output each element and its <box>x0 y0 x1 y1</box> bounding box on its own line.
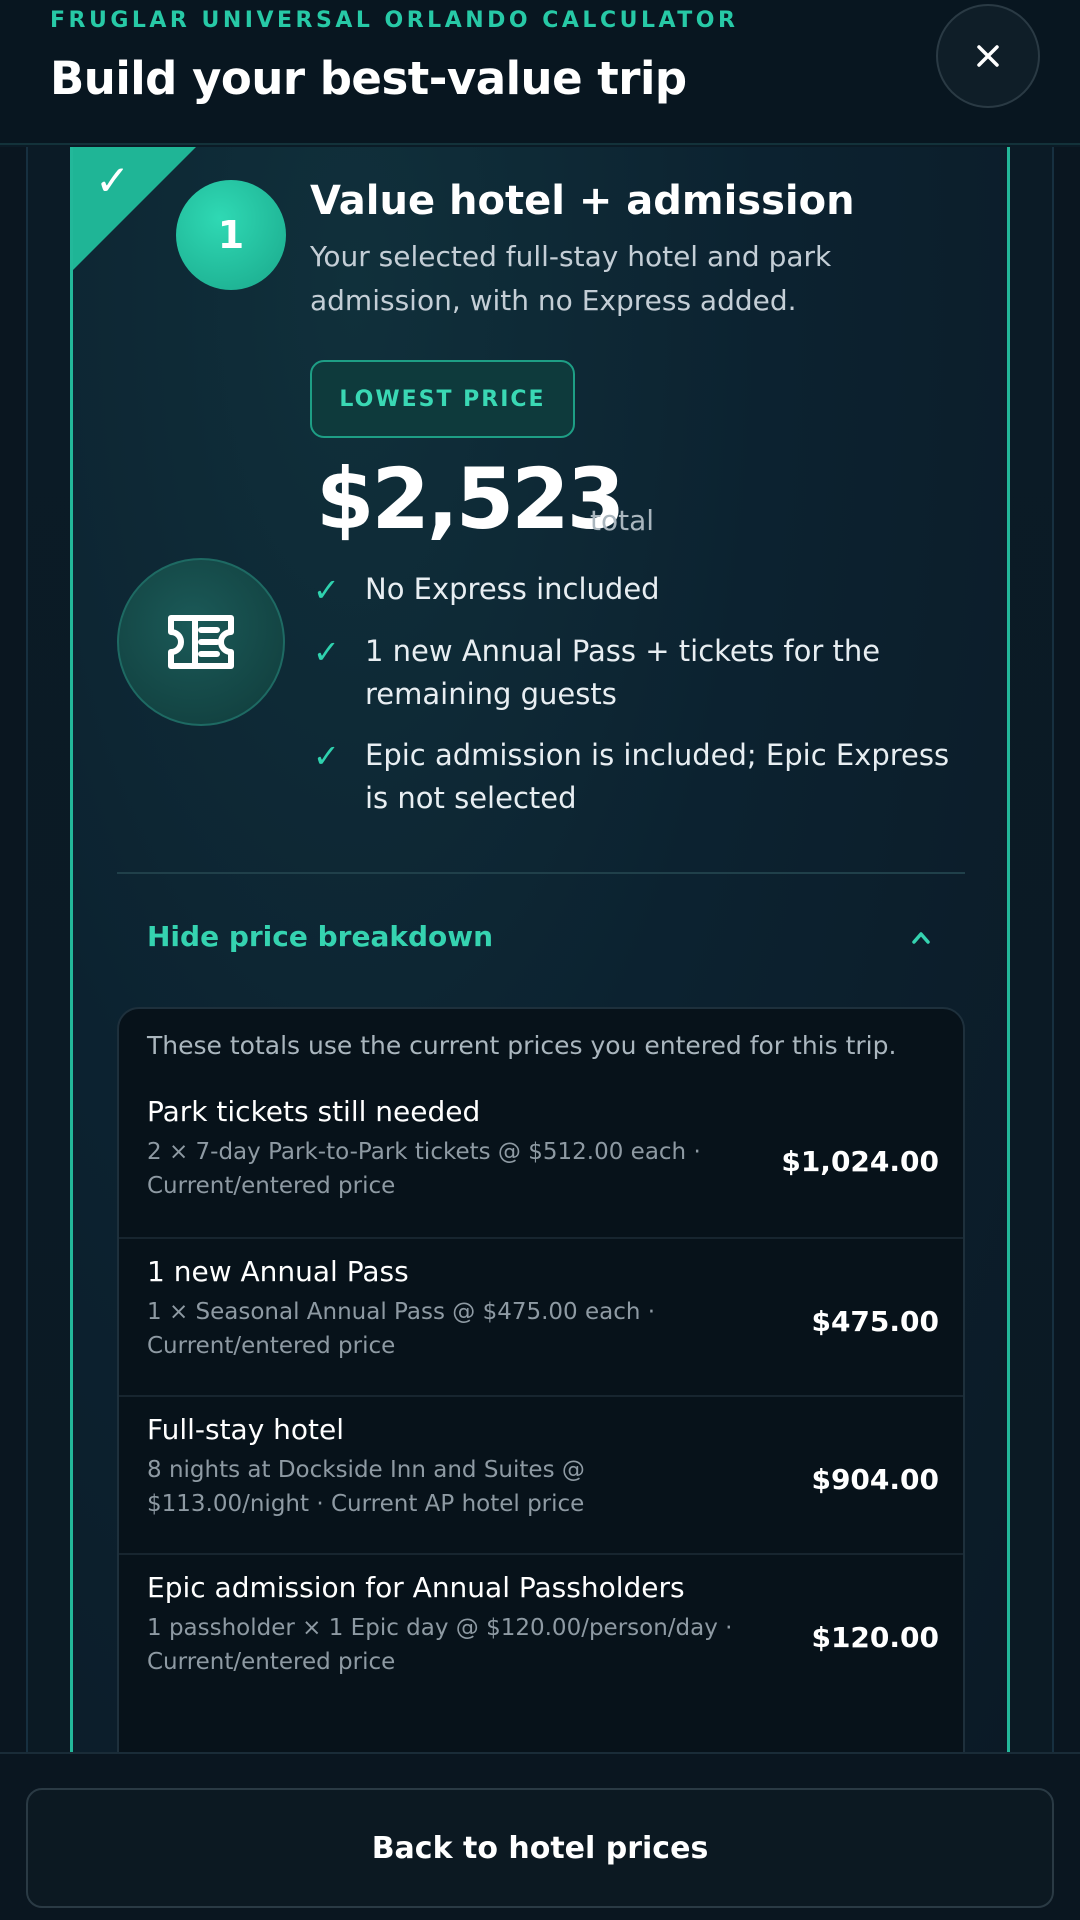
scroll-area[interactable]: ✓ 1 Value hotel + admission Your selecte… <box>0 147 1080 1752</box>
breakdown-label: Park tickets still needed <box>147 1095 481 1128</box>
right-rail <box>1052 147 1080 1752</box>
breakdown-row: 1 new Annual Pass 1 × Seasonal Annual Pa… <box>119 1237 963 1395</box>
divider <box>117 872 965 874</box>
checkmark-icon: ✓ <box>313 737 340 775</box>
hide-breakdown-toggle[interactable]: Hide price breakdown <box>147 920 493 953</box>
checkmark-icon: ✓ <box>313 633 340 671</box>
breakdown-detail: 2 × 7-day Park-to-Park tickets @ $512.00… <box>147 1139 701 1199</box>
breakdown-detail: 8 nights at Dockside Inn and Suites @ $1… <box>147 1457 585 1517</box>
breakdown-amount: $1,024.00 <box>781 1145 939 1178</box>
price-unit: total <box>590 504 655 537</box>
ticket-icon <box>168 615 234 669</box>
feature-text: 1 new Annual Pass + tickets for the rema… <box>365 634 881 711</box>
footer: Back to hotel prices <box>0 1752 1080 1920</box>
chevron-up-icon[interactable] <box>909 926 933 950</box>
option-number: 1 <box>176 180 286 290</box>
feature-item: ✓ No Express included <box>313 568 963 612</box>
breakdown-label: 1 new Annual Pass <box>147 1255 409 1288</box>
option-title: Value hotel + admission <box>310 178 855 224</box>
breakdown-amount: $120.00 <box>811 1621 939 1654</box>
breakdown-row: Epic admission for Annual Passholders 1 … <box>119 1553 963 1711</box>
page-title: Build your best-value trip <box>50 52 687 105</box>
screen: FRUGLAR UNIVERSAL ORLANDO CALCULATOR Bui… <box>0 0 1080 1920</box>
breakdown-detail: 1 × Seasonal Annual Pass @ $475.00 each … <box>147 1299 656 1359</box>
ticket-icon-circle <box>117 558 285 726</box>
breakdown-row: Park tickets still needed 2 × 7-day Park… <box>119 1079 963 1237</box>
feature-text: Epic admission is included; Epic Express… <box>365 738 950 815</box>
feature-item: ✓ 1 new Annual Pass + tickets for the re… <box>313 630 963 716</box>
left-rail <box>0 147 28 1752</box>
breakdown-amount: $904.00 <box>811 1463 939 1496</box>
breakdown-row: Full-stay hotel 8 nights at Dockside Inn… <box>119 1395 963 1553</box>
app-eyebrow: FRUGLAR UNIVERSAL ORLANDO CALCULATOR <box>50 8 739 33</box>
header: FRUGLAR UNIVERSAL ORLANDO CALCULATOR Bui… <box>0 0 1080 145</box>
close-button[interactable] <box>936 4 1040 108</box>
option-description: Your selected full-stay hotel and park a… <box>310 240 832 317</box>
breakdown-amount: $475.00 <box>811 1305 939 1338</box>
close-icon <box>977 45 999 67</box>
lowest-price-badge: LOWEST PRICE <box>310 360 575 438</box>
checkmark-icon: ✓ <box>313 571 340 609</box>
check-icon: ✓ <box>95 156 131 205</box>
feature-text: No Express included <box>365 572 660 606</box>
breakdown-label: Epic admission for Annual Passholders <box>147 1571 685 1604</box>
price-breakdown: These totals use the current prices you … <box>117 1007 965 1752</box>
feature-item: ✓ Epic admission is included; Epic Expre… <box>313 734 963 820</box>
feature-list: ✓ No Express included ✓ 1 new Annual Pas… <box>313 568 963 838</box>
back-to-hotel-prices-button[interactable]: Back to hotel prices <box>26 1788 1054 1908</box>
breakdown-label: Full-stay hotel <box>147 1413 345 1446</box>
total-price: $2,523 <box>316 450 625 548</box>
option-card[interactable]: ✓ 1 Value hotel + admission Your selecte… <box>70 147 1010 1752</box>
breakdown-note: These totals use the current prices you … <box>147 1031 897 1060</box>
breakdown-detail: 1 passholder × 1 Epic day @ $120.00/pers… <box>147 1615 733 1675</box>
